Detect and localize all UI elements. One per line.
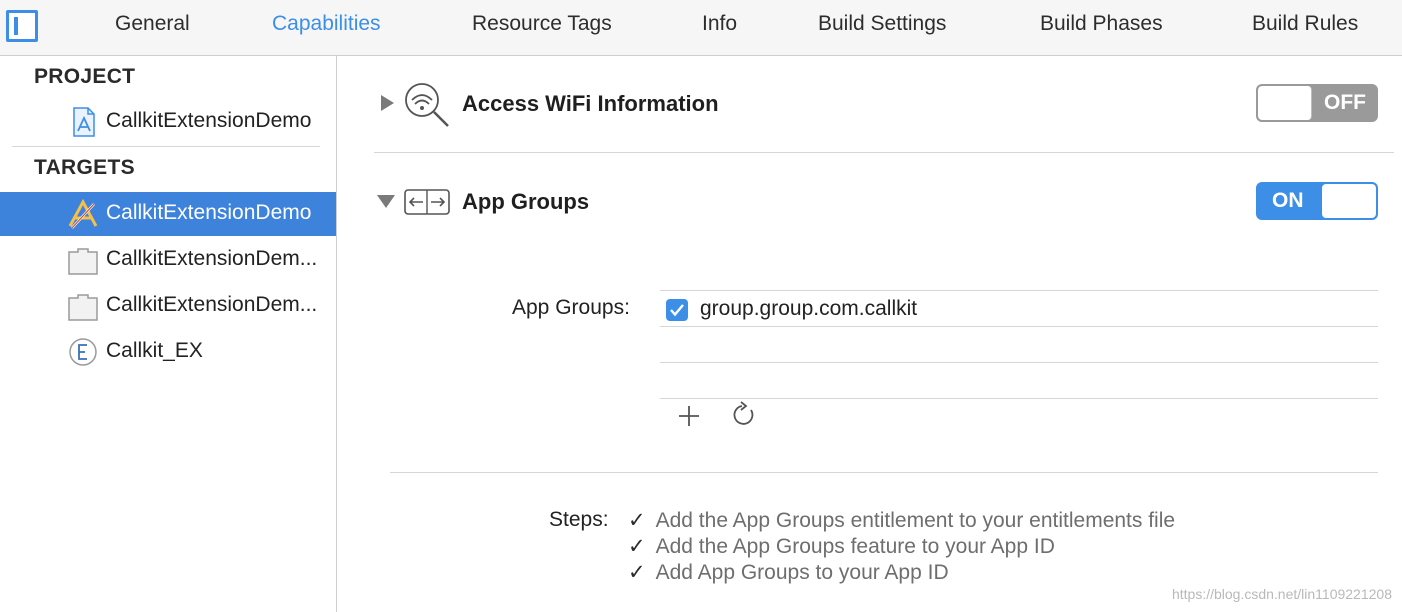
- step-text: Add App Groups to your App ID: [655, 561, 949, 584]
- tab-resource-tags[interactable]: Resource Tags: [472, 12, 612, 36]
- list-bottom-border: [660, 398, 1378, 399]
- app-groups-capability-toggle[interactable]: ON: [1256, 182, 1378, 220]
- checkmark-icon: [670, 304, 684, 317]
- tab-build-rules[interactable]: Build Rules: [1252, 12, 1358, 36]
- refresh-icon[interactable]: [729, 400, 759, 430]
- disclosure-right-icon[interactable]: [378, 94, 396, 112]
- tab-build-settings[interactable]: Build Settings: [818, 12, 946, 36]
- xcode-project-icon: [73, 107, 95, 137]
- wifi-magnifier-icon: [405, 83, 449, 127]
- sidebar-item-label: CallkitExtensionDem...: [106, 293, 318, 316]
- toggle-label: ON: [1272, 189, 1304, 212]
- editor-tab-bar: General Capabilities Resource Tags Info …: [0, 0, 1402, 56]
- sidebar-item-project[interactable]: CallkitExtensionDemo: [0, 100, 336, 144]
- xcode-target-editor: General Capabilities Resource Tags Info …: [0, 0, 1402, 612]
- app-group-checkbox[interactable]: [666, 299, 688, 321]
- capabilities-panel: Access WiFi Information OFF App Groups O…: [338, 56, 1402, 612]
- sidebar-item-label: Callkit_EX: [106, 339, 203, 362]
- watermark: https://blog.csdn.net/lin1109221208: [1171, 586, 1392, 602]
- project-section-header: PROJECT: [34, 65, 136, 88]
- toggle-knob: [1322, 184, 1376, 218]
- app-target-icon: [68, 198, 98, 229]
- sidebar-item-target-callkit-ex[interactable]: Callkit_EX: [0, 330, 336, 374]
- tab-info[interactable]: Info: [702, 12, 737, 36]
- entitlements-e-icon: [69, 338, 97, 366]
- step-check-icon: ✓: [628, 535, 646, 558]
- step-item: ✓ Add the App Groups entitlement to your …: [628, 508, 1175, 533]
- step-item: ✓ Add App Groups to your App ID: [628, 560, 949, 585]
- capability-row-wifi: Access WiFi Information OFF: [338, 76, 1402, 156]
- disclosure-down-icon[interactable]: [376, 192, 396, 210]
- tab-build-phases[interactable]: Build Phases: [1040, 12, 1163, 36]
- tab-general[interactable]: General: [115, 12, 190, 36]
- list-row-divider: [660, 362, 1378, 363]
- steps-label: Steps:: [549, 508, 609, 531]
- step-text: Add the App Groups entitlement to your e…: [655, 509, 1176, 532]
- step-item: ✓ Add the App Groups feature to your App …: [628, 534, 1055, 559]
- sidebar-item-target-extension-1[interactable]: CallkitExtensionDem...: [0, 238, 336, 282]
- sidebar-item-target-app[interactable]: CallkitExtensionDemo: [0, 192, 336, 236]
- tab-capabilities[interactable]: Capabilities: [272, 12, 381, 36]
- sidebar-item-target-extension-2[interactable]: CallkitExtensionDem...: [0, 284, 336, 328]
- sidebar-item-label: CallkitExtensionDemo: [106, 109, 312, 132]
- app-group-name: group.group.com.callkit: [700, 297, 918, 320]
- app-group-list-item[interactable]: group.group.com.callkit: [660, 292, 1378, 326]
- capability-title: Access WiFi Information: [462, 91, 719, 116]
- sidebar-divider: [12, 146, 320, 147]
- toggle-label: OFF: [1324, 91, 1366, 114]
- step-check-icon: ✓: [628, 509, 646, 532]
- plus-icon[interactable]: [674, 401, 704, 431]
- step-text: Add the App Groups feature to your App I…: [655, 535, 1055, 558]
- capability-row-app-groups: App Groups ON: [338, 176, 1402, 236]
- row-divider: [374, 152, 1394, 153]
- step-check-icon: ✓: [628, 561, 646, 584]
- app-groups-field-label: App Groups:: [512, 296, 630, 319]
- extension-target-icon: [68, 294, 98, 321]
- section-divider: [390, 472, 1378, 473]
- sidebar-item-label: CallkitExtensionDemo: [106, 201, 312, 224]
- toggle-knob: [1258, 86, 1312, 120]
- wifi-capability-toggle[interactable]: OFF: [1256, 84, 1378, 122]
- project-targets-sidebar: PROJECT CallkitExtensionDemo TARGETS Cal…: [0, 56, 337, 612]
- list-top-border: [660, 290, 1378, 291]
- extension-target-icon: [68, 248, 98, 275]
- targets-section-header: TARGETS: [34, 156, 135, 179]
- list-row-divider: [660, 326, 1378, 327]
- capability-title: App Groups: [462, 189, 590, 214]
- sidebar-toggle-icon[interactable]: [6, 10, 38, 42]
- sidebar-item-label: CallkitExtensionDem...: [106, 247, 318, 270]
- app-groups-arrows-icon: [404, 189, 450, 215]
